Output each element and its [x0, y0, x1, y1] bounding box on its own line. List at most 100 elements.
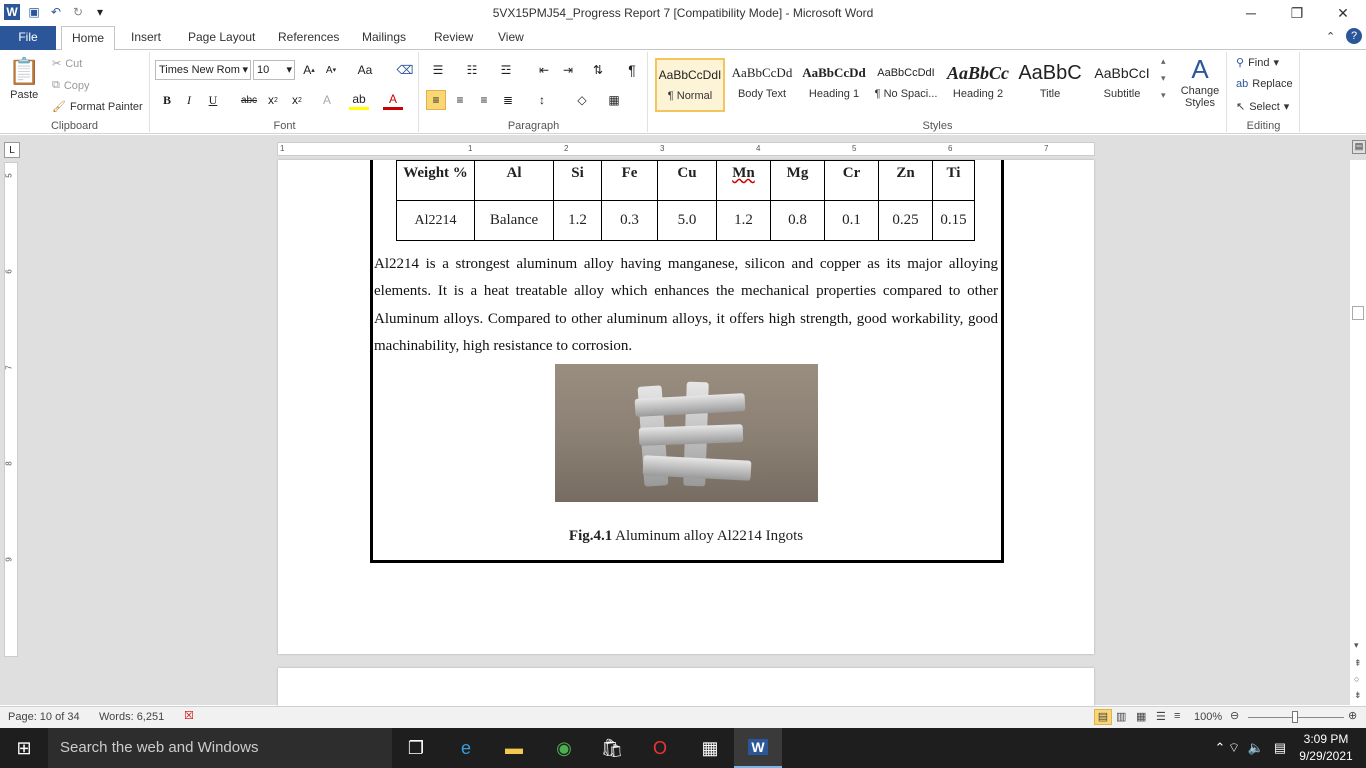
- more-styles-icon: ▾: [1161, 90, 1166, 100]
- numbering-icon[interactable]: ☷: [462, 60, 482, 80]
- paste-button[interactable]: 📋 Paste: [8, 56, 40, 101]
- chrome-icon[interactable]: ◉: [540, 728, 588, 768]
- task-view-icon[interactable]: ❐: [392, 728, 440, 768]
- zoom-out-icon[interactable]: ⊖: [1230, 709, 1239, 722]
- styles-scroll[interactable]: ▴ ▾ ▾: [1161, 56, 1166, 101]
- windows-start-icon[interactable]: ⊞: [0, 728, 48, 768]
- strikethrough-button[interactable]: abc: [239, 90, 259, 110]
- outline-icon[interactable]: ☰: [1156, 710, 1166, 723]
- style-heading-2[interactable]: AaBbCc Heading 2: [943, 58, 1013, 112]
- bold-button[interactable]: B: [157, 90, 177, 110]
- previous-page-icon[interactable]: ⇞: [1354, 658, 1362, 669]
- clear-formatting-icon[interactable]: ⌫: [395, 60, 415, 80]
- full-screen-reading-icon[interactable]: ▥: [1116, 710, 1126, 723]
- change-styles-button[interactable]: A Change Styles: [1177, 54, 1223, 109]
- format-painter-button[interactable]: 🖌 Format Painter: [52, 100, 143, 114]
- replace-button[interactable]: ab Replace: [1236, 78, 1293, 90]
- calculator-icon[interactable]: ▦: [686, 728, 734, 768]
- show-formatting-icon[interactable]: ¶: [622, 60, 642, 80]
- align-right-icon[interactable]: ≡: [474, 90, 494, 110]
- collapse-ribbon-icon[interactable]: ⌃: [1326, 30, 1335, 43]
- italic-button[interactable]: I: [179, 90, 199, 110]
- style-subtitle[interactable]: AaBbCcI Subtitle: [1087, 58, 1157, 112]
- tab-review[interactable]: Review: [424, 26, 483, 50]
- decrease-indent-icon[interactable]: ⇤: [534, 60, 554, 80]
- proofing-icon[interactable]: ☒: [184, 709, 194, 722]
- increase-indent-icon[interactable]: ⇥: [558, 60, 578, 80]
- multilevel-list-icon[interactable]: ☲: [496, 60, 516, 80]
- scroll-thumb[interactable]: [1352, 306, 1364, 320]
- edge-icon[interactable]: e: [442, 728, 490, 768]
- tab-page-layout[interactable]: Page Layout: [178, 26, 265, 50]
- print-layout-icon[interactable]: ▤: [1094, 709, 1112, 725]
- store-icon[interactable]: 🛍: [588, 728, 636, 768]
- next-page[interactable]: [278, 668, 1094, 708]
- notifications-icon[interactable]: ▤: [1268, 728, 1292, 768]
- style-no-spacing[interactable]: AaBbCcDdI ¶ No Spaci...: [871, 58, 941, 112]
- style-title[interactable]: AaBbC Title: [1015, 58, 1085, 112]
- style-normal[interactable]: AaBbCcDdI ¶ Normal: [655, 58, 725, 112]
- tab-insert[interactable]: Insert: [121, 26, 171, 50]
- align-left-icon[interactable]: ≡: [426, 90, 446, 110]
- wifi-icon[interactable]: ⌔: [1222, 728, 1246, 768]
- minimize-button[interactable]: ─: [1228, 0, 1274, 26]
- tab-references[interactable]: References: [268, 26, 349, 50]
- bullets-icon[interactable]: ☰: [428, 60, 448, 80]
- vertical-scrollbar[interactable]: ▤ ▾ ⇞ ○ ⇟: [1349, 140, 1366, 705]
- text-effects-button[interactable]: A: [317, 90, 337, 110]
- line-spacing-icon[interactable]: ↕: [532, 90, 552, 110]
- justify-icon[interactable]: ≣: [498, 90, 518, 110]
- file-explorer-icon[interactable]: ▬: [490, 728, 538, 768]
- composition-table[interactable]: Weight % Al Si Fe Cu Mn Mg Cr Zn Ti Al22…: [396, 160, 975, 241]
- ingots-photo[interactable]: [555, 364, 818, 502]
- tab-home[interactable]: Home: [61, 26, 116, 51]
- zoom-level[interactable]: 100%: [1194, 711, 1222, 723]
- change-case-button[interactable]: Aa: [355, 60, 375, 80]
- next-page-icon[interactable]: ⇟: [1354, 690, 1362, 701]
- tab-view[interactable]: View: [488, 26, 534, 50]
- sort-icon[interactable]: ⇅: [588, 60, 608, 80]
- style-body-text[interactable]: AaBbCcDd Body Text: [727, 58, 797, 112]
- word-taskbar-icon[interactable]: W: [734, 728, 782, 768]
- cut-button[interactable]: ✂ Cut: [52, 57, 82, 71]
- tab-mailings[interactable]: Mailings: [352, 26, 416, 50]
- font-size-combo[interactable]: 10 ▾: [253, 60, 295, 80]
- help-icon[interactable]: ?: [1346, 28, 1362, 44]
- opera-icon[interactable]: O: [636, 728, 684, 768]
- draft-icon[interactable]: ≡: [1174, 710, 1180, 722]
- tab-file[interactable]: File: [0, 26, 56, 50]
- volume-icon[interactable]: 🔈: [1244, 728, 1268, 768]
- word-count[interactable]: Words: 6,251: [99, 711, 164, 723]
- subscript-button[interactable]: x2: [263, 90, 283, 110]
- zoom-in-icon[interactable]: ⊕: [1348, 709, 1357, 722]
- horizontal-ruler[interactable]: 1 1 2 3 4 5 6 7: [277, 142, 1095, 156]
- vertical-ruler[interactable]: 5 6 7 8 9: [4, 162, 18, 657]
- web-layout-icon[interactable]: ▦: [1136, 710, 1146, 723]
- browse-object-icon[interactable]: ○: [1354, 674, 1359, 684]
- close-button[interactable]: ✕: [1320, 0, 1366, 26]
- clock[interactable]: 3:09 PM 9/29/2021: [1296, 731, 1356, 765]
- copy-button[interactable]: ⧉ Copy: [52, 79, 90, 92]
- zoom-slider-thumb[interactable]: [1292, 711, 1298, 723]
- style-heading-1[interactable]: AaBbCcDd Heading 1: [799, 58, 869, 112]
- find-button[interactable]: ⚲ Find ▾: [1236, 56, 1279, 70]
- font-color-button[interactable]: A: [383, 90, 403, 110]
- align-center-icon[interactable]: ≡: [450, 90, 470, 110]
- font-name-combo[interactable]: Times New Rom ▾: [155, 60, 251, 80]
- superscript-button[interactable]: x2: [287, 90, 307, 110]
- page-count[interactable]: Page: 10 of 34: [8, 711, 80, 723]
- borders-icon[interactable]: ▦: [604, 90, 624, 110]
- select-button[interactable]: ↖ Select ▾: [1236, 100, 1289, 114]
- scroll-down-icon[interactable]: ▾: [1354, 640, 1359, 651]
- search-box[interactable]: Search the web and Windows: [48, 728, 392, 768]
- restore-button[interactable]: ❐: [1274, 0, 1320, 26]
- highlight-color-button[interactable]: ab: [349, 90, 369, 110]
- tab-selector-icon[interactable]: L: [4, 142, 20, 158]
- document-page[interactable]: Weight % Al Si Fe Cu Mn Mg Cr Zn Ti Al22…: [278, 160, 1094, 654]
- underline-button[interactable]: U: [203, 90, 223, 110]
- ruler-toggle-icon[interactable]: ▤: [1352, 140, 1366, 154]
- grow-font-button[interactable]: A ▴: [299, 60, 319, 80]
- shading-icon[interactable]: ◇: [572, 90, 592, 110]
- table-header: Ti: [932, 160, 975, 201]
- shrink-font-button[interactable]: A ▾: [321, 60, 341, 80]
